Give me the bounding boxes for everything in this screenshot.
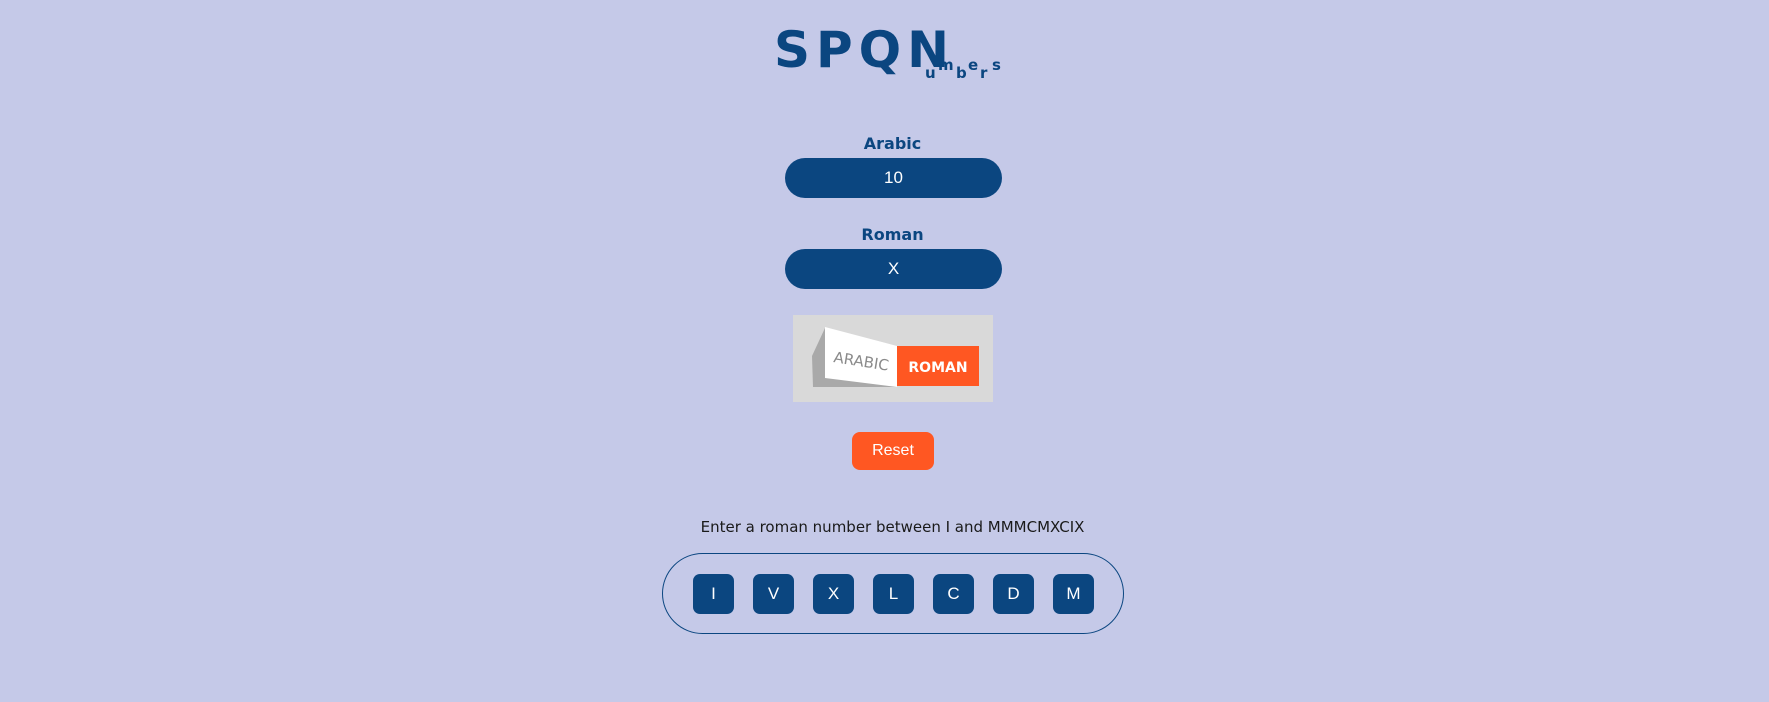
- key-m[interactable]: M: [1053, 574, 1094, 614]
- key-x[interactable]: X: [813, 574, 854, 614]
- logo-sub-letter: s: [992, 56, 1001, 74]
- roman-label: Roman: [861, 225, 924, 244]
- key-i[interactable]: I: [693, 574, 734, 614]
- logo-sub-letter: e: [968, 56, 979, 74]
- conversion-direction-toggle[interactable]: ARABIC ROMAN: [793, 315, 993, 402]
- logo-sub-letter: m: [938, 56, 954, 74]
- instruction-text: Enter a roman number between I and MMMCM…: [700, 518, 1085, 536]
- toggle-roman-text: ROMAN: [908, 360, 967, 376]
- key-l[interactable]: L: [873, 574, 914, 614]
- arabic-input[interactable]: [785, 158, 1002, 198]
- roman-input[interactable]: [785, 249, 1002, 289]
- roman-keypad: I V X L C D M: [662, 553, 1124, 634]
- key-d[interactable]: D: [993, 574, 1034, 614]
- key-v[interactable]: V: [753, 574, 794, 614]
- reset-button[interactable]: Reset: [852, 432, 934, 470]
- arabic-label: Arabic: [863, 134, 922, 153]
- logo-sub-letter: b: [956, 64, 967, 82]
- toggle-graphic: ARABIC ROMAN: [812, 327, 979, 387]
- key-c[interactable]: C: [933, 574, 974, 614]
- logo-sub-letter: r: [980, 64, 988, 82]
- app-logo: SPQN u m b e r s: [774, 18, 1014, 98]
- logo-sub-letter: u: [925, 64, 936, 82]
